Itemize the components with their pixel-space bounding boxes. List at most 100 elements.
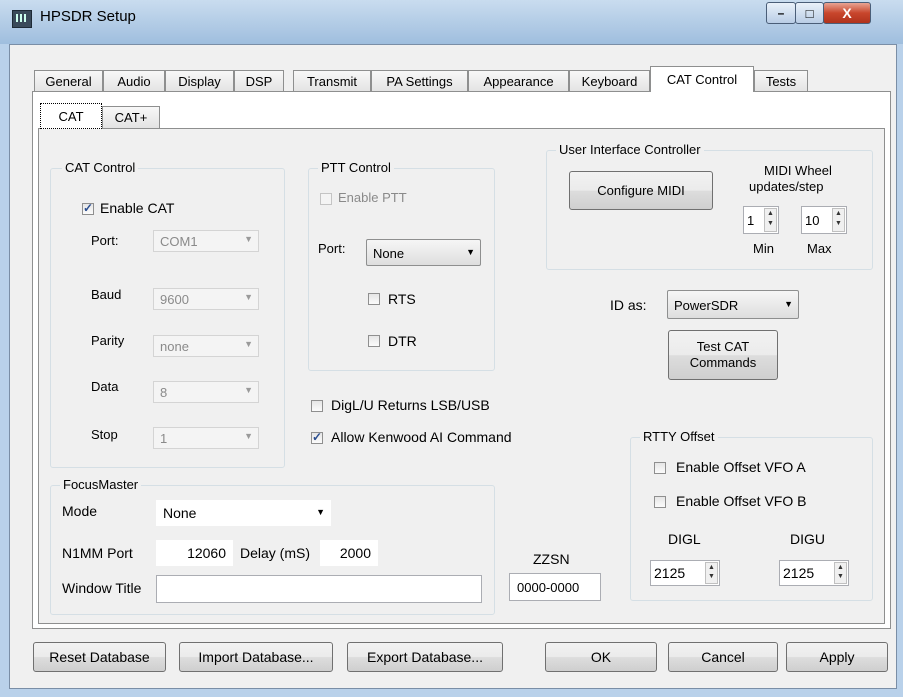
apply-button[interactable]: Apply — [786, 642, 888, 672]
digl-returns-checkbox[interactable] — [311, 400, 323, 412]
subtab-cat-plus[interactable]: CAT+ — [102, 106, 160, 128]
subtab-label: CAT — [58, 108, 84, 124]
allow-kenwood-checkbox[interactable] — [311, 430, 323, 444]
button-label: Cancel — [701, 649, 745, 665]
digl-spinner[interactable]: 2125 ▲ ▼ — [650, 560, 720, 586]
focusmaster-mode-select[interactable]: None ▼ — [156, 500, 331, 526]
stop-select[interactable]: 1 ▼ — [153, 427, 259, 449]
close-button[interactable]: X — [823, 2, 871, 24]
select-value: PowerSDR — [674, 298, 739, 313]
cancel-button[interactable]: Cancel — [668, 642, 778, 672]
configure-midi-button[interactable]: Configure MIDI — [569, 171, 713, 210]
rts-checkbox[interactable] — [368, 293, 380, 305]
tab-appearance[interactable]: Appearance — [468, 70, 569, 92]
delay-label: Delay (mS) — [240, 545, 311, 561]
import-database-button[interactable]: Import Database... — [179, 642, 333, 672]
updates-step-label: updates/step — [749, 179, 824, 194]
tab-dsp[interactable]: DSP — [234, 70, 284, 92]
tab-transmit[interactable]: Transmit — [293, 70, 371, 92]
digl-returns-label: DigL/U Returns LSB/USB — [331, 397, 490, 413]
chevron-down-icon: ▼ — [835, 220, 842, 227]
tab-label: Tests — [765, 74, 797, 89]
offset-vfo-a-checkbox[interactable] — [654, 462, 666, 474]
ptt-port-label: Port: — [318, 241, 346, 256]
digu-spinner[interactable]: 2125 ▲ ▼ — [779, 560, 849, 586]
ptt-port-select[interactable]: None ▼ — [366, 239, 481, 266]
max-label: Max — [807, 241, 832, 256]
cat-port-select[interactable]: COM1 ▼ — [153, 230, 259, 252]
button-label: Commands — [689, 355, 757, 370]
data-label: Data — [91, 379, 119, 394]
tab-pa-settings[interactable]: PA Settings — [371, 70, 468, 92]
zzsn-input[interactable]: 0000-0000 — [509, 573, 601, 601]
select-value: None — [163, 505, 197, 521]
tab-label: Display — [178, 74, 221, 89]
enable-cat-label: Enable CAT — [100, 200, 175, 216]
subtab-label: CAT+ — [114, 110, 148, 125]
cat-control-title: CAT Control — [62, 160, 139, 175]
baud-select[interactable]: 9600 ▼ — [153, 288, 259, 310]
tab-label: Audio — [117, 74, 151, 89]
maximize-icon: □ — [805, 5, 814, 21]
data-select[interactable]: 8 ▼ — [153, 381, 259, 403]
offset-vfo-b-checkbox[interactable] — [654, 496, 666, 508]
button-label: Test CAT — [696, 339, 750, 354]
midi-max-spinner[interactable]: 10 ▲ ▼ — [801, 206, 847, 234]
dtr-checkbox[interactable] — [368, 335, 380, 347]
input-value: 2000 — [339, 545, 371, 561]
spin-arrows[interactable]: ▲ ▼ — [832, 208, 845, 232]
export-database-button[interactable]: Export Database... — [347, 642, 503, 672]
spin-arrows[interactable]: ▲ ▼ — [834, 562, 847, 584]
spin-arrows[interactable]: ▲ ▼ — [764, 208, 777, 232]
tab-audio[interactable]: Audio — [103, 70, 165, 92]
button-label: Export Database... — [367, 649, 483, 665]
window-title-label: Window Title — [62, 580, 142, 596]
close-icon: X — [842, 5, 852, 21]
n1mm-port-label: N1MM Port — [62, 545, 133, 561]
input-value: 12060 — [187, 545, 226, 561]
reset-database-button[interactable]: Reset Database — [33, 642, 166, 672]
tab-tests[interactable]: Tests — [754, 70, 808, 92]
enable-cat-checkbox[interactable] — [82, 201, 94, 215]
id-as-select[interactable]: PowerSDR ▼ — [667, 290, 799, 319]
ui-controller-title: User Interface Controller — [556, 142, 704, 157]
spin-arrows[interactable]: ▲ ▼ — [705, 562, 718, 584]
test-cat-commands-button[interactable]: Test CAT Commands — [668, 330, 778, 380]
minimize-button[interactable]: – — [766, 2, 796, 24]
tab-label: General — [45, 74, 92, 89]
chevron-down-icon: ▼ — [244, 431, 253, 441]
delay-input[interactable]: 2000 — [320, 540, 378, 566]
window-title-input[interactable] — [156, 575, 482, 603]
offset-vfo-a-label: Enable Offset VFO A — [676, 459, 806, 475]
tab-label: Appearance — [483, 74, 554, 89]
chevron-up-icon: ▲ — [708, 564, 715, 571]
n1mm-port-input[interactable]: 12060 — [156, 540, 233, 566]
tab-cat-control[interactable]: CAT Control — [650, 66, 754, 92]
tab-general[interactable]: General — [34, 70, 103, 92]
tab-label: PA Settings — [386, 74, 453, 89]
rts-label: RTS — [388, 291, 416, 307]
tab-label: Keyboard — [581, 74, 638, 89]
select-value: 1 — [160, 431, 168, 446]
subtab-cat[interactable]: CAT — [40, 103, 102, 129]
allow-kenwood-label: Allow Kenwood AI Command — [331, 429, 512, 445]
chevron-down-icon: ▼ — [244, 385, 253, 395]
tab-label: CAT Control — [666, 72, 738, 87]
maximize-button[interactable]: □ — [795, 2, 824, 24]
chevron-down-icon: ▼ — [244, 292, 253, 302]
spinner-value: 2125 — [654, 565, 686, 581]
select-value: 9600 — [160, 292, 189, 307]
title-bar[interactable]: HPSDR Setup – □ X — [0, 0, 903, 44]
tab-display[interactable]: Display — [165, 70, 234, 92]
offset-vfo-b-label: Enable Offset VFO B — [676, 493, 807, 509]
enable-ptt-checkbox[interactable] — [320, 193, 332, 205]
select-value: COM1 — [160, 234, 198, 249]
tab-keyboard[interactable]: Keyboard — [569, 70, 650, 92]
button-label: Reset Database — [49, 649, 150, 665]
midi-min-spinner[interactable]: 1 ▲ ▼ — [743, 206, 779, 234]
tab-label: DSP — [245, 74, 273, 89]
cat-port-label: Port: — [91, 233, 119, 248]
chevron-up-icon: ▲ — [835, 210, 842, 217]
parity-select[interactable]: none ▼ — [153, 335, 259, 357]
ok-button[interactable]: OK — [545, 642, 657, 672]
